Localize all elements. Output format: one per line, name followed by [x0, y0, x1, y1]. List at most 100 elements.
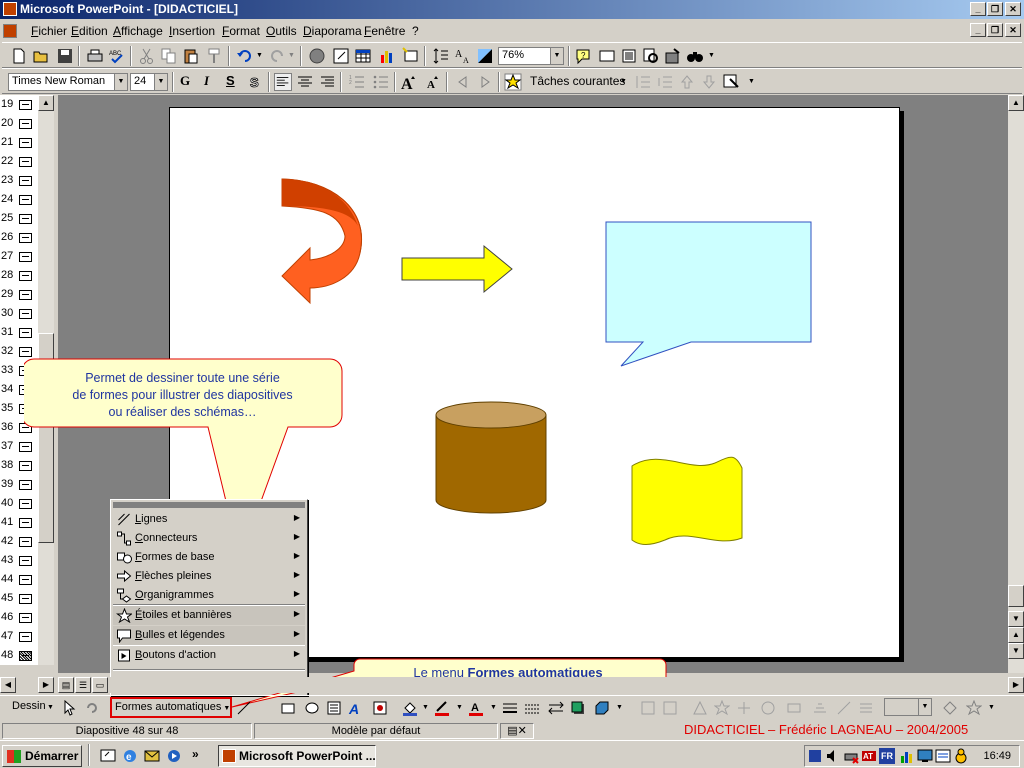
research-icon[interactable]: [664, 47, 682, 65]
slide-list-scroll-up[interactable]: ▲: [38, 95, 54, 111]
slide-list-item[interactable]: 26: [0, 228, 38, 247]
disabled-tool-8-icon[interactable]: [812, 700, 828, 716]
3d-dropdown-icon[interactable]: ▼: [616, 704, 623, 711]
menu-help[interactable]: ?: [412, 24, 419, 38]
font-size-combo[interactable]: 24 ▼: [130, 73, 168, 91]
tray-network-icon[interactable]: [807, 748, 823, 764]
hyperlink-icon[interactable]: [308, 47, 326, 65]
slide-list-item[interactable]: 46: [0, 608, 38, 627]
menu-edition[interactable]: Edition: [71, 24, 108, 38]
free-rotate-icon[interactable]: [84, 700, 100, 716]
autoshapes-menu-item[interactable]: Formes de base ▶: [113, 548, 305, 567]
slide-list-item[interactable]: 30: [0, 304, 38, 323]
animation-effects-icon[interactable]: [504, 73, 522, 91]
menu-drag-handle[interactable]: [113, 502, 305, 508]
main-scroll-thumb[interactable]: [1008, 585, 1024, 607]
menu-outils[interactable]: Outils: [266, 24, 297, 38]
save-icon[interactable]: [56, 47, 74, 65]
font-color-icon[interactable]: A: [468, 700, 484, 716]
slide-list-item[interactable]: 27: [0, 247, 38, 266]
move-up-icon[interactable]: [678, 73, 696, 91]
fill-color-icon[interactable]: [402, 700, 418, 716]
select-objects-icon[interactable]: [62, 700, 78, 716]
dash-style-icon[interactable]: [524, 700, 540, 716]
copy-icon[interactable]: [160, 47, 178, 65]
main-scroll-down[interactable]: ▼: [1008, 611, 1024, 627]
undo-icon[interactable]: [236, 47, 254, 65]
disabled-combo-dropdown-icon[interactable]: ▼: [918, 699, 931, 715]
numbering-icon[interactable]: 12: [348, 73, 366, 91]
disabled-tool-10-icon[interactable]: [858, 700, 874, 716]
disabled-combo[interactable]: ▼: [884, 698, 932, 716]
quicklaunch-desktop-icon[interactable]: [100, 748, 116, 764]
slide-icon[interactable]: [19, 309, 32, 319]
disabled-tool-6-icon[interactable]: [760, 700, 776, 716]
tables-borders-icon[interactable]: [332, 47, 350, 65]
doc-restore-button[interactable]: ❐: [987, 23, 1003, 37]
slide-list-item[interactable]: 45: [0, 589, 38, 608]
slide-icon[interactable]: [19, 176, 32, 186]
autoshapes-menu-item[interactable]: Organigrammes ▶: [113, 586, 305, 605]
open-icon[interactable]: [32, 47, 50, 65]
spelling-status-icon[interactable]: ▤✕: [500, 723, 534, 739]
font-dropdown-icon[interactable]: ▼: [114, 74, 127, 90]
slide-icon[interactable]: [19, 328, 32, 338]
tray-chart-icon[interactable]: [899, 748, 915, 764]
cylinder-shape[interactable]: [435, 401, 547, 514]
slide-icon[interactable]: [19, 271, 32, 281]
demote-icon[interactable]: [476, 73, 494, 91]
redo-dropdown-icon[interactable]: ▼: [288, 52, 295, 59]
disabled-tool-12-icon[interactable]: [966, 700, 982, 716]
expand-all-icon[interactable]: [432, 47, 450, 65]
slide-list-item[interactable]: 29: [0, 285, 38, 304]
disabled-tool-2-icon[interactable]: [662, 700, 678, 716]
toolbar-options-icon[interactable]: ▼: [708, 52, 715, 59]
new-icon[interactable]: [10, 47, 28, 65]
undo-dropdown-icon[interactable]: ▼: [256, 52, 263, 59]
slide-icon[interactable]: [19, 613, 32, 623]
powerpoint-app-icon[interactable]: [3, 2, 17, 16]
menu-fichier[interactable]: Fichier: [31, 24, 67, 38]
text-shadow-icon[interactable]: S: [246, 73, 264, 91]
line-spacing-up-icon[interactable]: [634, 73, 652, 91]
main-scroll-up[interactable]: ▲: [1008, 95, 1024, 111]
slide-list-item[interactable]: 31: [0, 323, 38, 342]
outline-view-button[interactable]: ☰: [75, 677, 91, 693]
slide-icon[interactable]: [19, 632, 32, 642]
bold-button[interactable]: G: [180, 73, 190, 89]
close-button[interactable]: ✕: [1005, 2, 1021, 16]
quicklaunch-media-icon[interactable]: [166, 748, 182, 764]
help-icon[interactable]: ?: [574, 47, 592, 65]
redo-icon[interactable]: [268, 47, 286, 65]
line-color-icon[interactable]: [434, 700, 450, 716]
draw-menu-button[interactable]: Dessin: [12, 700, 46, 712]
minimize-button[interactable]: _: [970, 2, 986, 16]
find-icon[interactable]: [686, 47, 704, 65]
fill-color-dropdown-icon[interactable]: ▼: [422, 704, 429, 711]
slide-list-item[interactable]: 44: [0, 570, 38, 589]
wordart-tool-icon[interactable]: A: [348, 700, 364, 716]
slide-icon[interactable]: [19, 594, 32, 604]
main-scroll-right[interactable]: ▶: [1008, 677, 1024, 693]
next-slide-button[interactable]: ▼: [1008, 643, 1024, 659]
align-left-icon[interactable]: [274, 73, 292, 91]
tray-monitor-icon[interactable]: [917, 748, 933, 764]
normal-view-button[interactable]: ▤: [58, 677, 74, 693]
autoshapes-menu-item[interactable]: Étoiles et bannières ▶: [113, 606, 305, 625]
line-tool-icon[interactable]: [236, 700, 252, 716]
menu-affichage[interactable]: Affichage: [113, 24, 163, 38]
slide-icon[interactable]: [19, 138, 32, 148]
textbox-tool-icon[interactable]: [326, 700, 342, 716]
slide-list-item[interactable]: 20: [0, 114, 38, 133]
grayscale-icon[interactable]: [476, 47, 494, 65]
3d-icon[interactable]: [594, 700, 610, 716]
main-vertical-scrollbar[interactable]: ▲ ▼ ▲ ▼: [1008, 95, 1024, 673]
print-icon[interactable]: [86, 47, 104, 65]
slide-view-button[interactable]: ▭: [92, 677, 108, 693]
disabled-tool-9-icon[interactable]: [836, 700, 852, 716]
slide-icon[interactable]: [19, 252, 32, 262]
wave-shape[interactable]: [631, 456, 743, 545]
size-dropdown-icon[interactable]: ▼: [154, 74, 167, 90]
disabled-tool-11-icon[interactable]: [942, 700, 958, 716]
menu-insertion[interactable]: Insertion: [169, 24, 215, 38]
